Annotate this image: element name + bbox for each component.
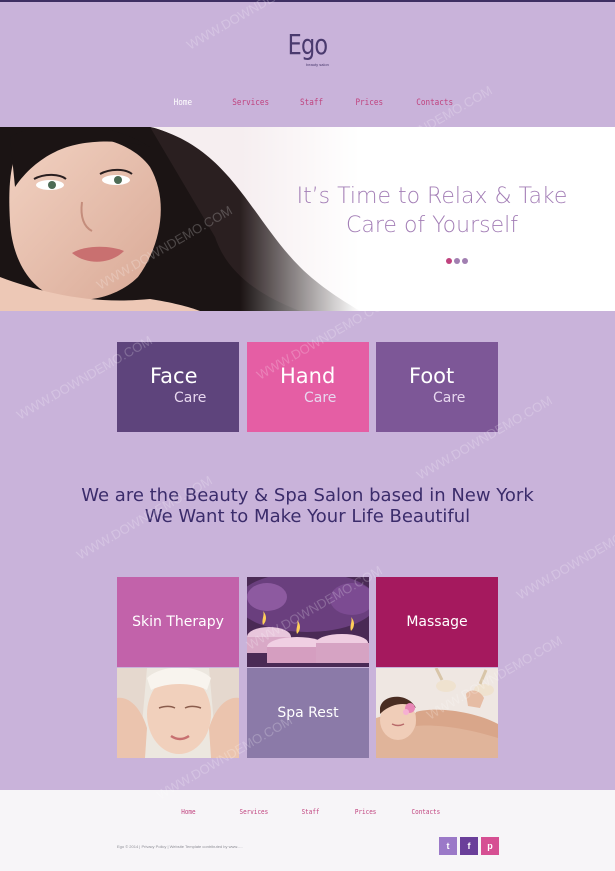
slider-dot-3[interactable] (462, 258, 468, 264)
nav-home[interactable]: Home (174, 98, 192, 108)
nav-services[interactable]: Services (232, 98, 269, 108)
hero-title: It’s Time to Relax & Take Care of Yourse… (262, 182, 602, 240)
twitter-icon[interactable]: t (439, 837, 457, 855)
main-nav: Home Services Staff Prices Contacts (0, 98, 615, 114)
foot-care-tile[interactable]: Foot Care (376, 342, 498, 432)
logo-tagline: beauty salon (306, 62, 329, 67)
massage-tile[interactable]: Massage (376, 577, 498, 667)
face-care-title: Face (150, 364, 198, 388)
candles-photo (247, 577, 369, 667)
massage-label: Massage (406, 614, 468, 630)
hand-care-subtitle: Care (304, 390, 337, 406)
footer-nav-prices[interactable]: Prices (355, 808, 377, 816)
foot-care-title: Foot (409, 364, 455, 388)
skin-therapy-label: Skin Therapy (132, 614, 224, 630)
face-care-subtitle: Care (174, 390, 207, 406)
facebook-icon[interactable]: f (460, 837, 478, 855)
hand-care-title: Hand (280, 364, 336, 388)
site-logo[interactable]: Ego beauty salon (0, 28, 615, 68)
footer-nav-home[interactable]: Home (181, 808, 195, 816)
candles-image (247, 577, 369, 667)
hand-care-tile[interactable]: Hand Care (247, 342, 369, 432)
hero-title-line2: Care of Yourself (346, 213, 518, 238)
facial-photo (117, 668, 239, 758)
spa-rest-tile[interactable]: Spa Rest (247, 668, 369, 758)
intro-text: We are the Beauty & Spa Salon based in N… (0, 485, 615, 527)
intro-line1: We are the Beauty & Spa Salon based in N… (81, 485, 534, 506)
top-border-line (0, 0, 615, 2)
nav-contacts[interactable]: Contacts (416, 98, 453, 108)
skin-therapy-tile[interactable]: Skin Therapy (117, 577, 239, 667)
footer-copyright: Ego © 2014 | Privacy Policy | Website Te… (117, 844, 243, 849)
back-massage-photo (376, 668, 498, 758)
intro-line2: We Want to Make Your Life Beautiful (144, 506, 471, 527)
face-care-tile[interactable]: Face Care (117, 342, 239, 432)
nav-prices[interactable]: Prices (355, 98, 383, 108)
footer-nav-contacts[interactable]: Contacts (412, 808, 441, 816)
footer: Home Services Staff Prices Contacts Ego … (0, 790, 615, 871)
slider-dot-1[interactable] (446, 258, 452, 264)
nav-staff[interactable]: Staff (300, 98, 323, 108)
foot-care-subtitle: Care (433, 390, 466, 406)
hero-title-line1: It’s Time to Relax & Take (296, 184, 568, 209)
spa-rest-label: Spa Rest (277, 705, 339, 721)
slider-pagination (446, 258, 468, 266)
slider-dot-2[interactable] (454, 258, 460, 264)
footer-nav-staff[interactable]: Staff (302, 808, 320, 816)
back-massage-image (376, 668, 498, 758)
footer-nav-services[interactable]: Services (240, 808, 269, 816)
hero-banner: It’s Time to Relax & Take Care of Yourse… (0, 127, 615, 311)
facial-image (117, 668, 239, 758)
pinterest-icon[interactable]: p (481, 837, 499, 855)
logo-text: Ego (287, 28, 328, 61)
